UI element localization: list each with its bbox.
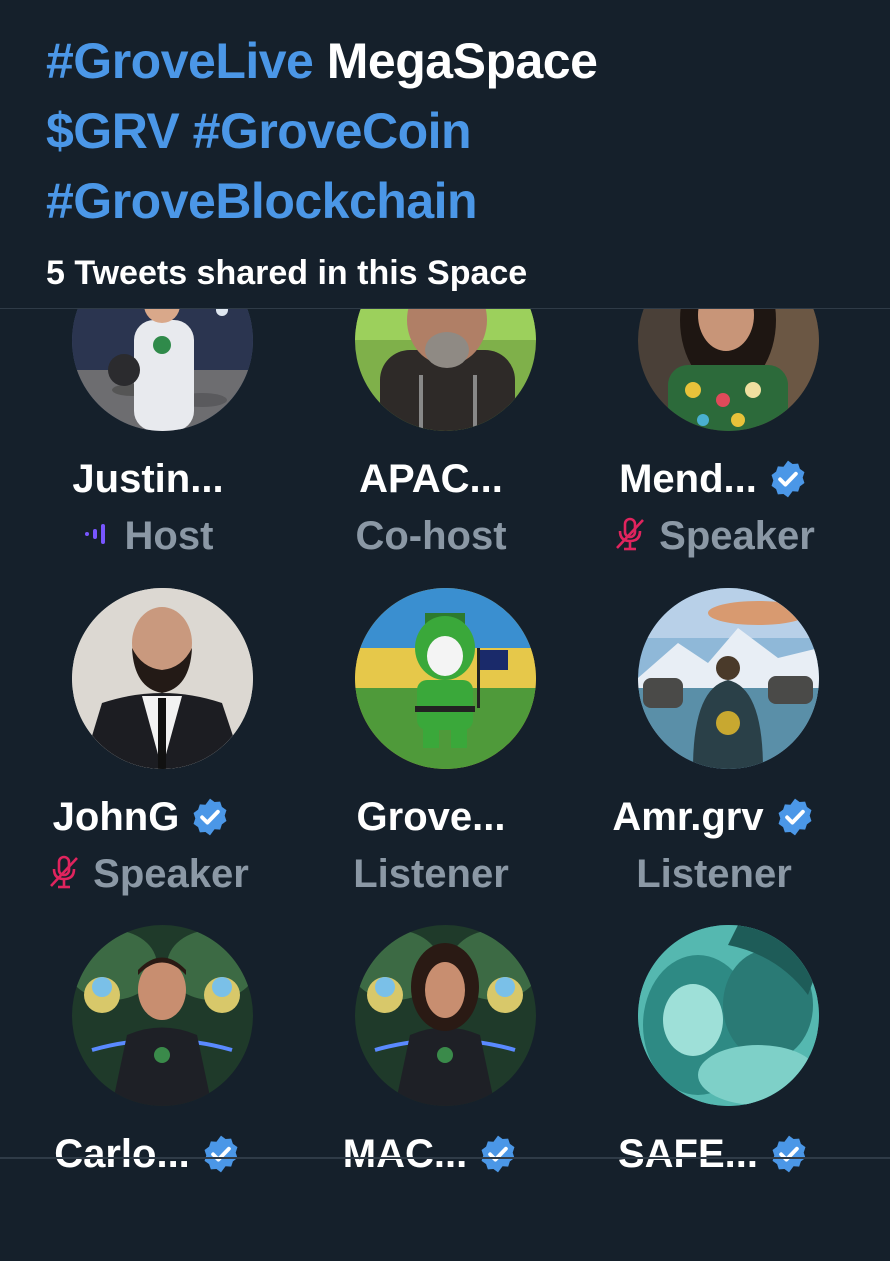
hashtag-link[interactable]: #GroveBlockchain: [46, 166, 866, 236]
participant-role: Speaker: [659, 513, 815, 558]
participant-card[interactable]: MAC...: [283, 925, 579, 1261]
avatar[interactable]: [355, 588, 536, 769]
avatar[interactable]: [355, 925, 536, 1106]
verified-badge-icon: [189, 796, 231, 838]
avatar[interactable]: [638, 925, 819, 1106]
participant-card[interactable]: JohnG Speaker: [0, 588, 296, 924]
verified-badge-icon: [477, 1133, 519, 1175]
participant-name: Amr.grv: [612, 794, 764, 839]
mic-muted-icon: [613, 516, 647, 557]
mic-muted-icon: [47, 854, 81, 895]
participant-card[interactable]: SAFE...: [566, 925, 862, 1261]
participant-card[interactable]: Grove... Listener: [283, 588, 579, 924]
avatar[interactable]: [638, 588, 819, 769]
participant-card[interactable]: Amr.grv Listener: [566, 588, 862, 924]
verified-badge-icon: [200, 1133, 242, 1175]
audio-bars-icon: [83, 522, 113, 551]
shared-tweets-label[interactable]: 5 Tweets shared in this Space: [46, 254, 527, 293]
avatar[interactable]: [72, 588, 253, 769]
participant-name: MAC...: [342, 1131, 468, 1176]
participant-name: Mend...: [619, 456, 757, 501]
divider: [0, 1157, 890, 1159]
verified-badge-icon: [767, 458, 809, 500]
hashtag-link[interactable]: $GRV #GroveCoin: [46, 96, 866, 166]
verified-badge-icon: [768, 1133, 810, 1175]
participant-name: APAC...: [359, 456, 503, 501]
verified-badge-icon: [774, 796, 816, 838]
space-header: #GroveLive MegaSpace $GRV #GroveCoin #Gr…: [0, 0, 890, 309]
participant-role: Co-host: [355, 513, 507, 558]
participant-role: Listener: [636, 851, 792, 896]
space-title: #GroveLive MegaSpace $GRV #GroveCoin #Gr…: [46, 26, 866, 236]
participant-role: Host: [124, 513, 214, 558]
participant-name: JohnG: [52, 794, 180, 839]
participant-card[interactable]: Carlo...: [0, 925, 296, 1261]
participant-name: Carlo...: [54, 1131, 190, 1176]
participant-name: SAFE...: [617, 1131, 759, 1176]
hashtag-link[interactable]: #GroveLive: [46, 33, 314, 89]
participant-name: Justin...: [72, 456, 224, 501]
avatar[interactable]: [72, 925, 253, 1106]
participant-name: Grove...: [356, 794, 506, 839]
participant-role: Speaker: [93, 851, 249, 896]
participant-role: Listener: [353, 851, 509, 896]
